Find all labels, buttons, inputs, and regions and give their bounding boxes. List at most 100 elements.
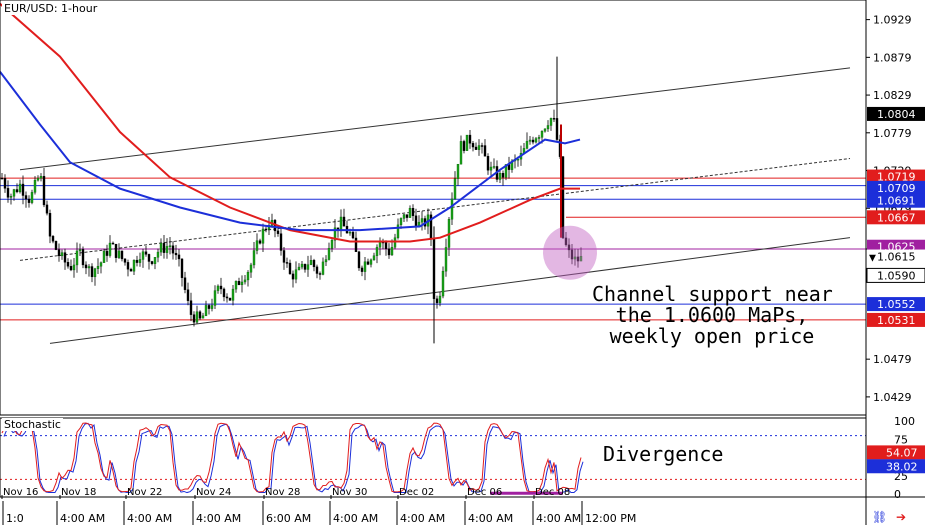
date-label: Dec 02 — [399, 487, 434, 498]
candle-body — [390, 247, 394, 256]
candle-body — [108, 242, 112, 256]
candle-body — [12, 189, 16, 197]
chart-canvas: 1.09291.08791.08291.07791.07291.06791.06… — [0, 0, 925, 525]
candle-body — [264, 228, 268, 231]
candle-body — [540, 131, 544, 138]
candle-body — [147, 254, 151, 262]
candle-body — [327, 247, 331, 260]
candle-body — [117, 250, 121, 258]
candle-body — [240, 281, 244, 286]
candle-body — [474, 146, 478, 150]
price-tick-label: 1.0829 — [873, 89, 912, 102]
candle-body — [450, 198, 454, 220]
candle-body — [477, 145, 481, 150]
candle-body — [156, 251, 160, 258]
candle-body — [21, 183, 25, 196]
candle-body — [249, 264, 253, 273]
candle-body — [96, 265, 100, 269]
time-label: 6:00 AM — [266, 512, 311, 525]
price-tag-label: 1.0691 — [877, 195, 916, 208]
candle-body — [531, 139, 535, 143]
candle-body — [324, 259, 328, 263]
channel-note-line-3: weekly open price — [609, 324, 815, 348]
candle-body — [99, 262, 103, 267]
candle-body — [93, 268, 97, 278]
goto-end-icon[interactable]: ➔ — [896, 510, 906, 524]
candle-body — [528, 139, 532, 142]
candle-body — [174, 252, 178, 256]
channel-note-line-1: Channel support near — [592, 282, 833, 306]
candle-body — [195, 311, 199, 323]
candle-body — [45, 204, 49, 214]
candle-body — [378, 241, 382, 248]
candle-body — [219, 285, 223, 290]
candle-body — [135, 259, 139, 263]
candle-body — [105, 250, 109, 256]
candle-body — [222, 288, 226, 298]
candle-body — [33, 179, 37, 193]
candle-body — [303, 263, 307, 270]
candle-body — [132, 259, 136, 272]
candle-body — [492, 166, 496, 168]
candle-body — [351, 231, 355, 239]
candle-body — [483, 145, 487, 157]
candle-body — [228, 297, 232, 301]
candle-body — [60, 252, 64, 257]
candle-body — [300, 263, 304, 268]
candle-body — [159, 242, 163, 253]
candle-body — [321, 261, 325, 275]
candle-body — [261, 228, 265, 244]
candle-body — [525, 141, 529, 149]
candle-body — [498, 173, 502, 180]
candle-body — [366, 261, 370, 265]
candle-body — [294, 269, 298, 280]
candle-body — [189, 300, 193, 315]
candle-body — [318, 273, 322, 275]
candle-body — [0, 177, 4, 180]
candle-body — [285, 262, 289, 264]
candle-body — [177, 254, 181, 260]
candle-body — [486, 156, 490, 171]
chart-background — [0, 0, 925, 525]
candle-body — [408, 208, 412, 218]
candle-body — [51, 236, 55, 242]
candle-body — [168, 245, 172, 247]
candle-body — [3, 178, 7, 189]
candle-body — [213, 290, 217, 306]
link-icon[interactable]: ⛓ — [872, 510, 887, 524]
candle-body — [279, 233, 283, 251]
candle-body — [330, 240, 334, 249]
date-label: Dec 06 — [467, 487, 502, 498]
candle-body — [207, 305, 211, 309]
candle-body — [282, 250, 286, 263]
candle-body — [69, 266, 73, 271]
candle-body — [180, 258, 184, 278]
candle-body — [75, 250, 79, 266]
candle-body — [462, 141, 466, 151]
time-label: 1:0 — [6, 512, 24, 525]
date-label: Nov 16 — [3, 487, 38, 498]
candle-body — [27, 198, 31, 203]
candle-body — [171, 245, 175, 254]
candle-body — [36, 177, 40, 181]
candle-body — [288, 262, 292, 275]
candle-body — [399, 218, 403, 226]
candle-body — [234, 281, 238, 290]
candle-body — [276, 230, 280, 234]
candle-body — [414, 215, 418, 228]
date-label: Nov 28 — [265, 487, 300, 498]
candle-body — [162, 242, 166, 253]
candle-body — [444, 247, 448, 272]
candle-body — [18, 183, 22, 193]
candle-body — [312, 260, 316, 268]
time-label: 4:00 AM — [536, 512, 581, 525]
candle-body — [315, 266, 319, 274]
candle-body — [420, 218, 424, 223]
candle-body — [114, 243, 118, 258]
candle-body — [435, 298, 439, 304]
candle-body — [297, 266, 301, 270]
candle-body — [384, 242, 388, 249]
candle-body — [129, 269, 133, 272]
date-label: Nov 22 — [127, 487, 162, 498]
candle-body — [489, 166, 493, 171]
